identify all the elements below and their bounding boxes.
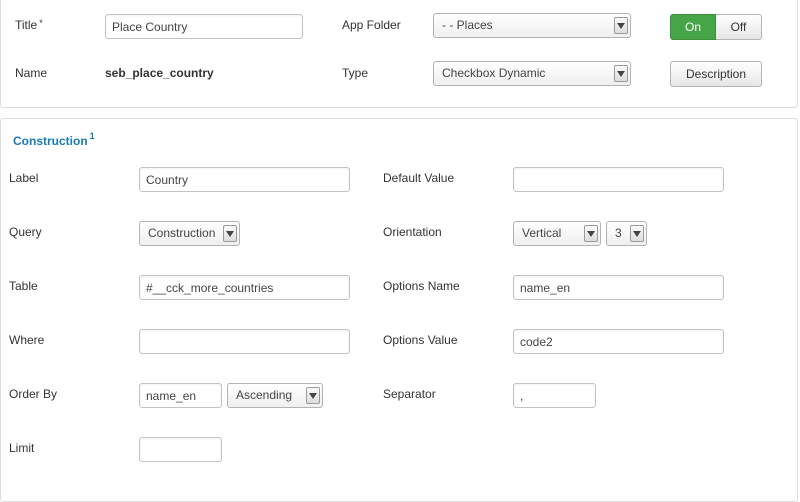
orientation-selected: Vertical [522,226,562,240]
table-input[interactable] [139,275,350,300]
title-label: Title * [15,18,43,32]
required-mark: * [39,18,43,28]
construction-panel: Construction1 Label Default Value Query … [0,118,798,502]
separator-input[interactable] [513,383,596,408]
app-folder-select[interactable]: - - Places [433,13,631,38]
chevron-down-icon [614,17,628,34]
chevron-down-icon [306,387,320,404]
default-value-input[interactable] [513,167,724,192]
chevron-down-icon [223,225,237,242]
state-off-button[interactable]: Off [716,14,762,40]
construction-title-sup: 1 [89,131,95,141]
orientation-columns-select[interactable]: 3 [606,221,647,246]
chevron-down-icon [584,225,598,242]
state-on-button[interactable]: On [670,14,716,40]
options-name-input[interactable] [513,275,724,300]
chevron-down-icon [614,65,628,82]
app-folder-label: App Folder [342,18,401,32]
app-folder-selected: - - Places [442,18,493,32]
label-input[interactable] [139,167,350,192]
state-toggle: On Off [670,14,762,40]
orientation-select[interactable]: Vertical [513,221,601,246]
default-value-label: Default Value [383,171,455,185]
order-by-direction-selected: Ascending [236,388,293,402]
orientation-label: Orientation [383,225,442,239]
type-selected: Checkbox Dynamic [442,66,546,80]
order-by-field-input[interactable] [139,383,222,408]
name-label: Name [15,66,48,80]
query-select[interactable]: Construction [139,221,240,246]
where-input[interactable] [139,329,350,354]
options-name-label: Options Name [383,279,460,293]
limit-input[interactable] [139,437,222,462]
type-label: Type [342,66,369,80]
query-selected: Construction [148,226,216,240]
label-label: Label [9,171,39,185]
order-by-direction-select[interactable]: Ascending [227,383,323,408]
type-select[interactable]: Checkbox Dynamic [433,61,631,86]
limit-label: Limit [9,441,35,455]
construction-title: Construction 1 [13,131,95,148]
chevron-down-icon [630,225,644,242]
table-label: Table [9,279,38,293]
field-settings-panel: Title* App Folder - - Places On Off Name… [0,0,798,108]
orientation-columns-selected: 3 [615,226,622,240]
query-label: Query [9,225,42,239]
separator-label: Separator [383,387,436,401]
options-value-label: Options Value [383,333,458,347]
options-value-input[interactable] [513,329,724,354]
order-by-label: Order By [9,387,58,401]
description-button[interactable]: Description [670,61,762,87]
where-label: Where [9,333,45,347]
name-value: seb_place_country [105,66,214,80]
title-input[interactable] [105,14,303,39]
